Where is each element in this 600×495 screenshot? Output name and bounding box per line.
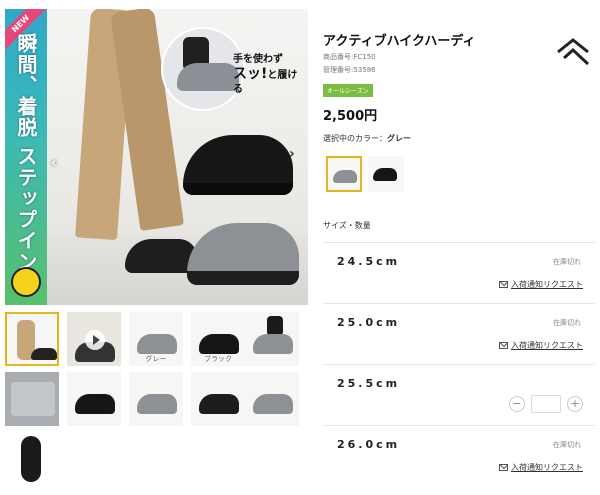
catch-big: スッ! (233, 66, 268, 82)
thumbnail[interactable]: グレー (129, 312, 183, 366)
thumbnail[interactable] (5, 432, 59, 486)
product-title: アクティブハイクハーディ (323, 34, 476, 49)
inset-shoe (177, 63, 239, 91)
thumbnail[interactable]: ブラック (191, 312, 245, 366)
restock-notify-link[interactable]: 入荷通知リクエスト (499, 340, 583, 351)
hero-black-shoe (183, 135, 293, 195)
mail-icon (499, 281, 508, 288)
restock-notify-link[interactable]: 入荷通知リクエスト (499, 279, 583, 290)
stock-status: 在庫切れ (553, 441, 581, 449)
thumbnail[interactable] (245, 372, 299, 426)
product-number: 商品番号:FC150 (323, 53, 376, 61)
thumbnail[interactable] (191, 372, 245, 426)
size-row: 25.5cm − + (323, 364, 595, 424)
color-swatch-grey[interactable] (326, 156, 362, 192)
thumbnail[interactable] (129, 372, 183, 426)
season-badge: オールシーズン (323, 84, 373, 97)
size-value: 24.5cm (337, 255, 401, 268)
catch-copy: 手を使わず スッ!と履ける (233, 53, 305, 97)
thumbnail[interactable] (245, 312, 299, 366)
promo-banner: NEW 瞬間、着脱 ステップイン (5, 9, 48, 305)
play-icon (85, 330, 105, 350)
quantity-stepper: − + (509, 395, 583, 413)
stock-status: 在庫切れ (553, 319, 581, 327)
management-number: 管理番号:53586 (323, 66, 376, 74)
size-value: 25.0cm (337, 316, 401, 329)
color-label-text: 選択中のカラー： (323, 134, 387, 143)
restock-notify-link[interactable]: 入荷通知リクエスト (499, 462, 583, 473)
thumbnail[interactable] (5, 312, 59, 366)
size-row: 24.5cm 在庫切れ 入荷通知リクエスト (323, 242, 595, 302)
mail-icon (499, 342, 508, 349)
catch-line1: 手を使わず (233, 54, 283, 65)
decrease-quantity-button[interactable]: − (509, 396, 525, 412)
prev-image-arrow-icon[interactable]: ‹ (51, 155, 57, 171)
size-row: 26.0cm 在庫切れ 入荷通知リクエスト (323, 425, 595, 485)
size-row: 25.0cm 在庫切れ 入荷通知リクエスト (323, 303, 595, 363)
mail-icon (499, 464, 508, 471)
next-image-arrow-icon[interactable]: › (289, 146, 295, 162)
color-value: グレー (387, 134, 411, 143)
quantity-input[interactable] (531, 395, 561, 413)
banner-text: 瞬間、着脱 ステップイン (14, 33, 38, 272)
size-value: 26.0cm (337, 438, 401, 451)
video-thumbnail[interactable] (67, 312, 121, 366)
color-swatch-black[interactable] (368, 156, 404, 192)
thumbnail[interactable] (5, 372, 59, 426)
stock-status: 在庫切れ (553, 258, 581, 266)
main-product-image[interactable]: NEW 瞬間、着脱 ステップイン 手を使わず スッ!と履ける ‹ (5, 9, 308, 305)
thumbnail[interactable] (67, 372, 121, 426)
hero-grey-shoe (187, 223, 299, 285)
brand-logo-icon (557, 38, 590, 66)
color-label: 選択中のカラー：グレー (323, 133, 411, 144)
product-price: 2,500円 (323, 109, 378, 124)
banner-badge-icon (11, 267, 41, 297)
size-value: 25.5cm (337, 377, 401, 390)
size-quantity-label: サイズ・数量 (323, 221, 371, 230)
increase-quantity-button[interactable]: + (567, 396, 583, 412)
